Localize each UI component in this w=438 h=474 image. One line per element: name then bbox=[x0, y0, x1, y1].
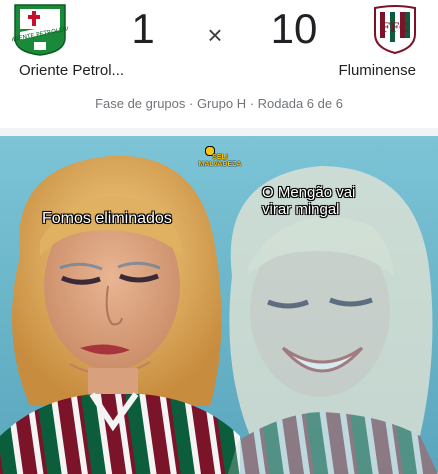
svg-text:FFC: FFC bbox=[381, 21, 410, 36]
watermark: SELI MALVADEZA bbox=[190, 154, 250, 168]
watermark-line-2: MALVADEZA bbox=[198, 161, 242, 168]
right-caption: O Mengão vai virar mingal bbox=[262, 184, 382, 218]
left-caption: Fomos eliminados bbox=[42, 210, 172, 227]
match-stage-info: Fase de grupos · Grupo H · Rodada 6 de 6 bbox=[95, 96, 343, 111]
fluminense-crest-icon: FFC bbox=[372, 4, 418, 55]
away-score: 10 bbox=[270, 5, 318, 52]
match-header[interactable]: ORIENTE PETROLERO 1 × 10 FFC Oriente Pet… bbox=[0, 0, 438, 136]
section-divider bbox=[0, 128, 438, 136]
meme-image: SELI MALVADEZA Fomos eliminados O Mengão… bbox=[0, 136, 438, 474]
right-caption-line-2: virar mingal bbox=[262, 201, 340, 218]
score-separator: × bbox=[207, 20, 223, 50]
home-score: 1 bbox=[131, 5, 155, 52]
home-team-name[interactable]: Oriente Petrol... bbox=[19, 62, 124, 79]
oriente-petrolero-crest-icon: ORIENTE PETROLERO bbox=[8, 2, 73, 56]
right-caption-line-1: O Mengão vai bbox=[262, 184, 356, 201]
watermark-line-1: SELI bbox=[212, 154, 228, 161]
away-team-name[interactable]: Fluminense bbox=[338, 62, 416, 79]
